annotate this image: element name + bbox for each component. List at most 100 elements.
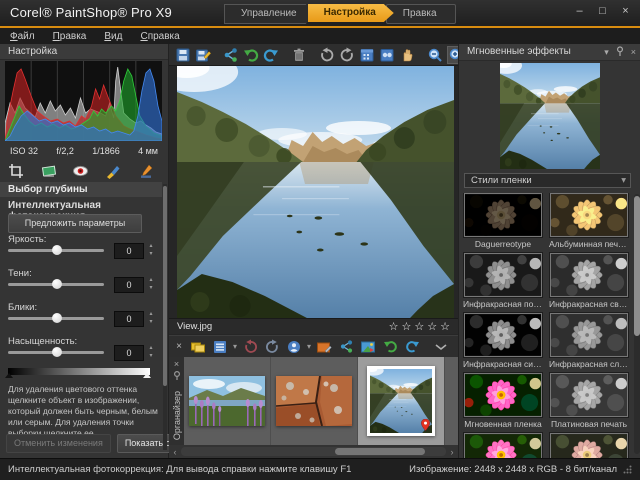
save-icon[interactable] xyxy=(175,46,191,64)
zoom-out-icon[interactable] xyxy=(427,46,443,64)
tab-edit[interactable]: Правка xyxy=(386,4,456,24)
effect-infrared-weak[interactable]: Инфракрасная слаб... xyxy=(549,313,629,369)
red-eye-icon[interactable] xyxy=(71,162,91,180)
quick-fix-icon[interactable] xyxy=(315,338,333,356)
menu-help[interactable]: Справка xyxy=(140,31,179,42)
crop-icon[interactable] xyxy=(6,162,26,180)
effect-infrared-light[interactable]: Инфракрасная свет... xyxy=(549,253,629,309)
organizer-thumbnail-river-selected[interactable] xyxy=(358,357,445,445)
close-button[interactable]: × xyxy=(617,4,634,19)
delete-icon[interactable] xyxy=(291,46,307,64)
rotate-right-icon[interactable] xyxy=(263,338,281,356)
organizer-label[interactable]: Органайзер xyxy=(172,391,182,440)
collapse-chevron-icon[interactable] xyxy=(432,338,450,356)
save-as-icon[interactable] xyxy=(195,46,211,64)
shadows-slider[interactable] xyxy=(8,283,104,286)
pan-hand-icon[interactable] xyxy=(399,46,415,64)
white-point-handle[interactable] xyxy=(143,373,151,378)
slideshow-icon[interactable] xyxy=(359,338,377,356)
maximize-button[interactable]: □ xyxy=(594,4,611,19)
share-icon[interactable] xyxy=(337,338,355,356)
effect-infrared-default[interactable]: Инфракрасная по у... xyxy=(463,253,543,309)
highlights-value[interactable]: 0 xyxy=(114,311,144,327)
folders-icon[interactable] xyxy=(189,338,207,356)
rotate-left-icon[interactable] xyxy=(319,46,335,64)
undo-icon[interactable] xyxy=(381,338,399,356)
collage-view-icon[interactable] xyxy=(379,46,395,64)
spinner[interactable]: ▴▾ xyxy=(146,243,156,257)
slider-thumb[interactable] xyxy=(52,279,62,289)
effect-instant-film[interactable]: Мгновенная пленка xyxy=(463,373,543,429)
shadows-value[interactable]: 0 xyxy=(114,277,144,293)
effect-daguerreotype[interactable]: Daguerreotype xyxy=(463,193,543,249)
tab-manage[interactable]: Управление xyxy=(224,4,316,24)
left-panel-scrollbar[interactable] xyxy=(163,184,167,450)
redo-icon[interactable] xyxy=(263,46,279,64)
suggest-settings-button[interactable]: Предложить параметры xyxy=(8,214,142,233)
black-point-handle[interactable] xyxy=(5,373,13,378)
scroll-left-arrow[interactable]: ‹ xyxy=(169,447,181,457)
star-icon[interactable]: ☆ xyxy=(402,320,412,333)
scrollbar-track[interactable] xyxy=(181,447,446,456)
effects-scrollbar[interactable] xyxy=(634,194,640,454)
organizer-thumbnail-rocks[interactable] xyxy=(271,357,358,445)
cancel-changes-button[interactable]: Отменить изменения xyxy=(6,434,111,453)
share-icon[interactable] xyxy=(223,46,239,64)
effect-category-dropdown[interactable]: Стили пленки ▾ xyxy=(464,173,631,188)
list-view-icon[interactable] xyxy=(211,338,229,356)
saturation-value[interactable]: 0 xyxy=(114,345,144,361)
find-people-icon[interactable] xyxy=(285,338,303,356)
spinner[interactable]: ▴▾ xyxy=(146,311,156,325)
panel-menu-arrow-icon[interactable]: ▾ xyxy=(604,44,609,60)
photo-canvas[interactable] xyxy=(177,66,454,318)
star-icon[interactable]: ☆ xyxy=(389,320,399,333)
effect-tile-partial[interactable] xyxy=(549,433,629,458)
highlights-slider[interactable] xyxy=(8,317,104,320)
star-icon[interactable]: ☆ xyxy=(440,320,450,333)
organizer-thumbnail-meadow[interactable] xyxy=(184,357,271,445)
effect-infrared-strong[interactable]: Инфракрасная силь... xyxy=(463,313,543,369)
organizer-scrollbar[interactable]: ‹ › xyxy=(169,445,458,458)
retouch-brush-icon[interactable] xyxy=(136,162,156,180)
depth-picker-header[interactable]: Выбор глубины xyxy=(0,182,162,197)
scrollbar-thumb[interactable] xyxy=(634,196,640,336)
makeup-brush-icon[interactable] xyxy=(103,162,123,180)
brightness-value[interactable]: 0 xyxy=(114,243,144,259)
pin-icon[interactable] xyxy=(173,371,181,381)
menu-edit[interactable]: Правка xyxy=(53,31,87,42)
spinner[interactable]: ▴▾ xyxy=(146,345,156,359)
effect-tile-partial[interactable] xyxy=(463,433,543,458)
tab-adjust[interactable]: Настройка xyxy=(308,4,394,22)
resize-grip[interactable] xyxy=(623,465,632,474)
rating-stars[interactable]: ☆ ☆ ☆ ☆ ☆ xyxy=(389,320,450,333)
spinner[interactable]: ▴▾ xyxy=(146,277,156,291)
rotate-right-icon[interactable] xyxy=(339,46,355,64)
organizer-close-icon[interactable]: × xyxy=(173,341,185,352)
slider-thumb[interactable] xyxy=(52,313,62,323)
organizer-close-icon[interactable]: × xyxy=(174,359,179,369)
scroll-right-arrow[interactable]: › xyxy=(446,447,458,457)
pin-icon[interactable] xyxy=(616,46,624,57)
effect-albumen-print[interactable]: Альбуминная печать xyxy=(549,193,629,249)
saturation-slider[interactable] xyxy=(8,351,104,354)
scrollbar-thumb[interactable] xyxy=(163,186,167,386)
date-stamp-icon[interactable] xyxy=(359,46,375,64)
brightness-slider[interactable] xyxy=(8,249,104,252)
minimize-button[interactable]: – xyxy=(571,4,588,19)
people-dropdown-arrow-icon[interactable]: ▾ xyxy=(307,342,311,351)
slider-thumb[interactable] xyxy=(52,347,62,357)
star-icon[interactable]: ☆ xyxy=(414,320,424,333)
scrollbar-thumb[interactable] xyxy=(335,448,425,455)
view-dropdown-arrow-icon[interactable]: ▾ xyxy=(233,342,237,351)
straighten-icon[interactable] xyxy=(39,162,59,180)
panel-close-icon[interactable]: × xyxy=(631,44,636,60)
menu-file[interactable]: Файл xyxy=(10,31,35,42)
menu-view[interactable]: Вид xyxy=(104,31,122,42)
star-icon[interactable]: ☆ xyxy=(427,320,437,333)
redo-icon[interactable] xyxy=(403,338,421,356)
black-white-point-strip[interactable] xyxy=(8,368,150,375)
effect-platinum-print[interactable]: Платиновая печать xyxy=(549,373,629,429)
slider-thumb[interactable] xyxy=(52,245,62,255)
undo-icon[interactable] xyxy=(243,46,259,64)
rotate-left-icon[interactable] xyxy=(241,338,259,356)
